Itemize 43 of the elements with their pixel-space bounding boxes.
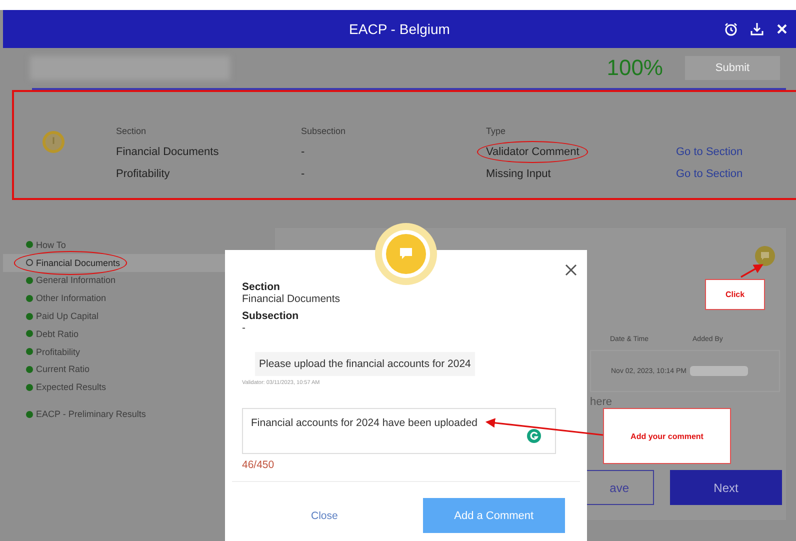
warning-icon — [42, 130, 65, 154]
sidebar-item[interactable]: Other Information — [26, 293, 106, 304]
table-cell-text: - — [301, 146, 306, 158]
close-link[interactable]: Close — [311, 510, 338, 522]
next-button[interactable]: Next — [670, 470, 782, 505]
table-cell: Missing Input — [486, 168, 551, 180]
subsection-value: - — [242, 322, 246, 334]
table-cell-text: Profitability — [116, 168, 171, 180]
sidebar-item[interactable]: Expected Results — [26, 382, 106, 392]
submit-button[interactable]: Submit — [685, 56, 780, 80]
sidebar-item[interactable]: Current Ratio — [26, 364, 90, 374]
annotation-box: Add your comment — [603, 408, 731, 464]
sidebar-item[interactable]: EACP - Preliminary Results — [26, 409, 146, 420]
sidebar-item[interactable]: Paid Up Capital — [26, 311, 99, 322]
subsection-label: Subsection — [242, 310, 300, 322]
character-counter: 46/450 — [242, 459, 276, 471]
column-header: Section — [116, 126, 148, 136]
comment-hint: here — [590, 396, 614, 408]
close-icon[interactable] — [565, 264, 577, 276]
annotation-arrow — [740, 264, 764, 278]
comment-field[interactable]: Financial accounts for 2024 have been uploaded — [242, 408, 556, 454]
go-to-section-link[interactable]: Go to Section — [676, 146, 796, 158]
alarm-clock-icon[interactable] — [724, 22, 738, 36]
window-title: EACP - Belgium — [349, 21, 450, 37]
validator-message: Please upload the financial accounts for 2024 — [255, 352, 475, 376]
column-header: Subsection — [301, 126, 347, 136]
go-to-section-link[interactable]: Go to Section — [676, 168, 796, 180]
table-cell-text: Financial Documents — [116, 146, 220, 158]
sidebar-item[interactable]: General Information — [26, 275, 116, 286]
column-header: Type — [486, 126, 507, 136]
download-icon[interactable] — [750, 22, 764, 36]
annotation-box: Click — [705, 279, 765, 310]
sidebar-item[interactable]: How To — [26, 240, 66, 250]
progress-percent: 100% — [606, 55, 663, 81]
section-label: Section — [242, 281, 281, 293]
table-cell-text: - — [301, 168, 306, 180]
g-icon — [527, 429, 541, 443]
sidebar-item[interactable]: Profitability — [26, 346, 80, 357]
sidebar-item[interactable]: Debt Ratio — [26, 328, 79, 339]
table-cell: Validator Comment — [486, 146, 580, 158]
add-comment-button[interactable]: Add a Comment — [422, 498, 565, 533]
section-value: Financial Documents — [242, 293, 342, 305]
blurred-name — [690, 366, 748, 376]
